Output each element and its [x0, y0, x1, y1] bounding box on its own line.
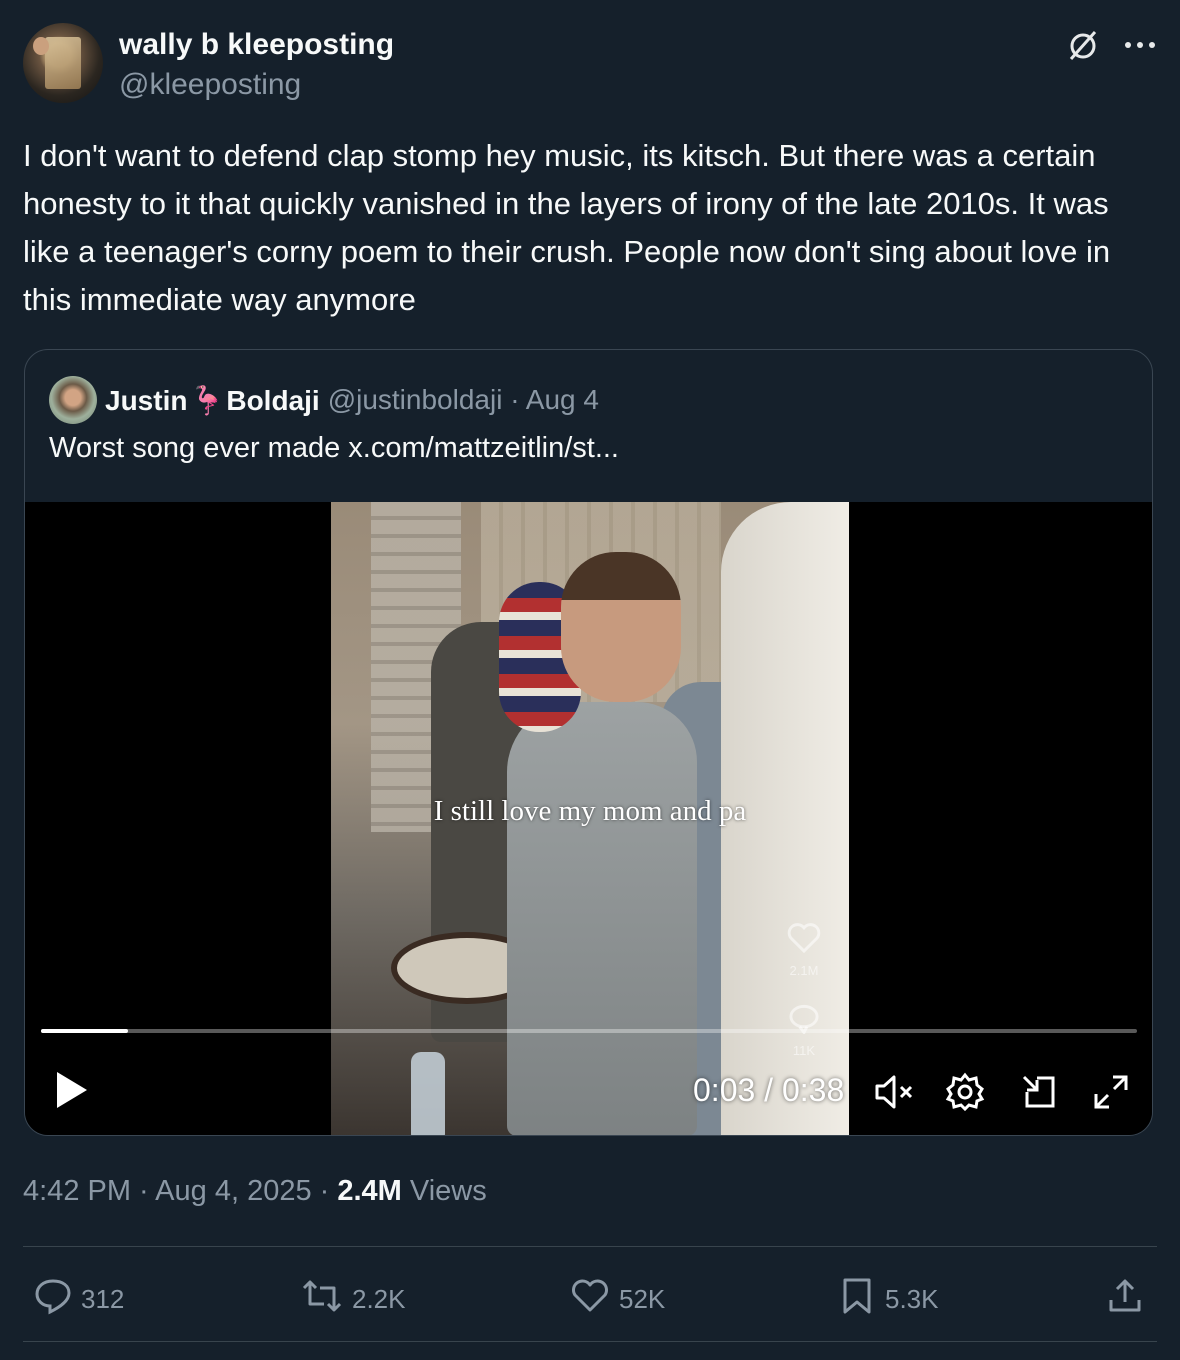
video-comment-icon — [786, 1002, 822, 1039]
repost-count: 2.2K — [352, 1284, 406, 1314]
quoted-tweet-text: Worst song ever made x.com/mattzeitlin/s… — [49, 432, 619, 464]
picture-in-picture-icon[interactable] — [1019, 1072, 1059, 1117]
share-icon — [1105, 1276, 1153, 1323]
video-bottle — [411, 1052, 445, 1135]
quoted-author-name[interactable]: Justin🦩Boldaji — [105, 384, 320, 417]
video-player[interactable]: I still love my mom and pa 2.1M 11K 0:03… — [25, 502, 1152, 1135]
quoted-author-first-name: Justin — [105, 384, 188, 416]
video-overlay-side-icons: 2.1M 11K — [786, 922, 822, 1058]
author-avatar[interactable] — [23, 23, 103, 103]
settings-icon[interactable] — [945, 1072, 985, 1117]
video-boy-body — [507, 702, 697, 1135]
quoted-handle-date[interactable]: @justinboldaji · Aug 4 — [328, 384, 599, 416]
like-count: 52K — [619, 1284, 666, 1314]
divider-top — [23, 1246, 1157, 1247]
video-time: 0:03 / 0:38 — [693, 1072, 845, 1108]
share-button[interactable] — [1105, 1276, 1153, 1323]
bookmark-count: 5.3K — [885, 1284, 939, 1314]
reply-button[interactable]: 312 — [33, 1276, 124, 1323]
video-caption: I still love my mom and pa — [433, 795, 747, 827]
mute-icon[interactable] — [873, 1072, 917, 1117]
tweet-header: wally b kleeposting @kleeposting — [23, 23, 1157, 107]
video-heart-icon — [786, 923, 822, 958]
divider-bottom — [23, 1341, 1157, 1342]
grok-icon[interactable] — [1065, 27, 1101, 63]
flamingo-emoji: 🦩 — [189, 384, 225, 416]
avatar-poster-art — [45, 37, 81, 89]
repost-button[interactable]: 2.2K — [300, 1276, 406, 1323]
quoted-tweet[interactable]: Justin🦩Boldaji @justinboldaji · Aug 4 Wo… — [24, 349, 1153, 1136]
tweet-actions: 312 2.2K 52K 5.3K — [23, 1266, 1157, 1326]
author-handle[interactable]: @kleeposting — [119, 65, 394, 105]
views-label: Views — [401, 1175, 487, 1207]
tweet-text: I don't want to defend clap stomp hey mu… — [23, 138, 1111, 317]
header-actions — [1065, 27, 1157, 63]
fullscreen-icon[interactable] — [1091, 1072, 1131, 1117]
video-likes-count: 2.1M — [789, 963, 819, 978]
quoted-tweet-header: Justin🦩Boldaji @justinboldaji · Aug 4 — [49, 376, 599, 424]
tweet-meta: 4:42 PM · Aug 4, 2025 · 2.4M Views — [23, 1175, 487, 1208]
reply-count: 312 — [81, 1284, 125, 1314]
bookmark-button[interactable]: 5.3K — [837, 1276, 939, 1323]
video-progress-bar[interactable] — [41, 1029, 1137, 1033]
author-names: wally b kleeposting @kleeposting — [119, 25, 394, 105]
video-boy-head — [561, 552, 681, 702]
reply-icon — [33, 1276, 81, 1323]
video-comments-count: 11K — [792, 1043, 816, 1058]
repost-icon — [300, 1276, 352, 1323]
bookmark-icon — [837, 1276, 885, 1323]
play-icon[interactable] — [53, 1070, 89, 1110]
tweet-timestamp[interactable]: 4:42 PM · Aug 4, 2025 · — [23, 1175, 337, 1207]
like-button[interactable]: 52K — [569, 1276, 665, 1323]
views-count: 2.4M — [337, 1175, 402, 1207]
quoted-author-avatar[interactable] — [49, 376, 97, 424]
more-icon[interactable] — [1123, 40, 1157, 50]
video-frame[interactable]: I still love my mom and pa 2.1M 11K — [331, 502, 849, 1135]
video-progress-fill — [41, 1029, 128, 1033]
avatar-face — [33, 37, 49, 55]
author-display-name[interactable]: wally b kleeposting — [119, 25, 394, 65]
like-icon — [569, 1276, 619, 1323]
quoted-author-last-name: Boldaji — [226, 384, 320, 416]
